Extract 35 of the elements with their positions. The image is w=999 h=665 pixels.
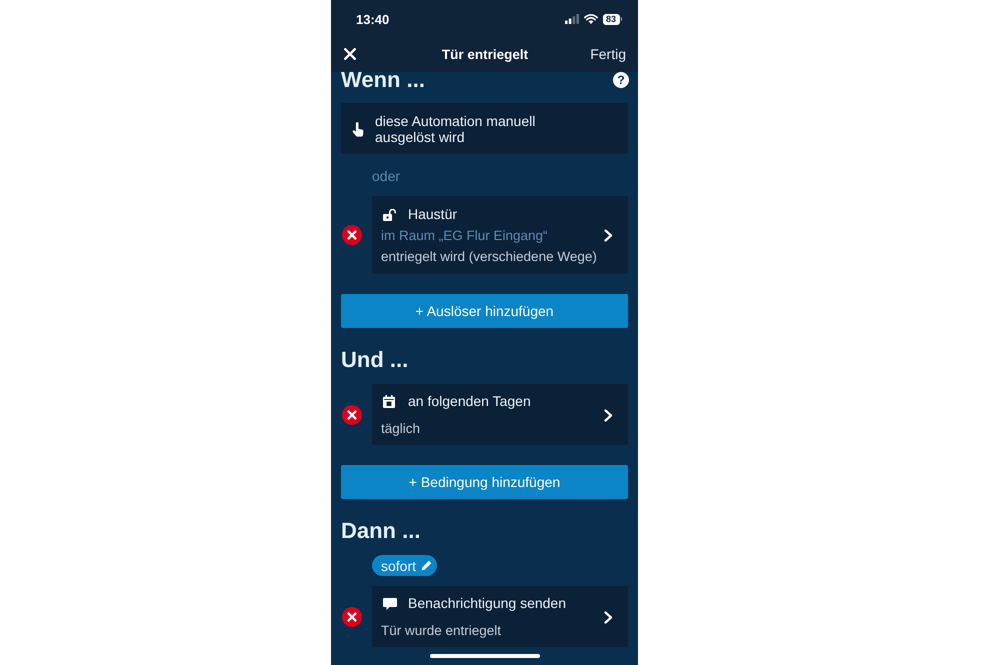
rule-card[interactable]: diese Automation manuell ausgelöst wird bbox=[341, 103, 628, 154]
remove-icon[interactable] bbox=[342, 606, 362, 626]
remove-icon[interactable] bbox=[342, 404, 362, 424]
card-title: diese Automation manuell ausgelöst wird bbox=[375, 113, 536, 145]
or-label: oder bbox=[372, 168, 400, 184]
battery-indicator: 83 bbox=[602, 14, 622, 24]
add-button[interactable]: + Bedingung hinzufügen bbox=[341, 465, 628, 499]
remove-icon[interactable] bbox=[342, 225, 362, 245]
speech-bubble-icon bbox=[383, 598, 397, 610]
section-heading: Dann ... bbox=[341, 519, 420, 543]
wifi-icon bbox=[584, 14, 598, 24]
done-button[interactable]: Fertig bbox=[590, 46, 626, 62]
signal-icon bbox=[564, 14, 578, 24]
timing-chip[interactable]: sofort bbox=[372, 555, 438, 576]
pencil-icon bbox=[421, 560, 432, 571]
card-title: Haustür bbox=[408, 205, 458, 224]
card-detail: täglich bbox=[381, 420, 422, 438]
rule-card[interactable]: an folgenden Tagen täglich bbox=[372, 384, 628, 445]
card-detail: entriegelt wird (verschiedene Wege) bbox=[381, 248, 598, 266]
calendar-icon bbox=[383, 395, 395, 408]
help-button[interactable]: ? bbox=[613, 72, 629, 88]
card-detail: Tür wurde entriegelt bbox=[381, 622, 502, 640]
screen-title: Tür entriegelt bbox=[442, 46, 528, 62]
rule-card[interactable]: Benachrichtigung senden Tür wurde entriegelt bbox=[372, 586, 628, 647]
padlock-icon bbox=[383, 208, 397, 220]
rule-card[interactable]: Haustür im Raum „EG Flur Eingang“ entriegelt wird (verschiedene Wege) bbox=[372, 196, 628, 274]
card-title: Benachrichtigung senden bbox=[408, 594, 566, 613]
section-heading: Und ... bbox=[341, 348, 408, 372]
card-subtitle: im Raum „EG Flur Eingang“ bbox=[381, 227, 549, 245]
add-button[interactable]: + Auslöser hinzufügen bbox=[341, 294, 628, 328]
card-title: an folgenden Tagen bbox=[408, 392, 531, 411]
section-heading: Wenn ... bbox=[341, 68, 425, 92]
status-time: 13:40 bbox=[356, 12, 390, 26]
close-icon[interactable] bbox=[344, 48, 356, 60]
hand-pointer-icon bbox=[352, 122, 364, 136]
